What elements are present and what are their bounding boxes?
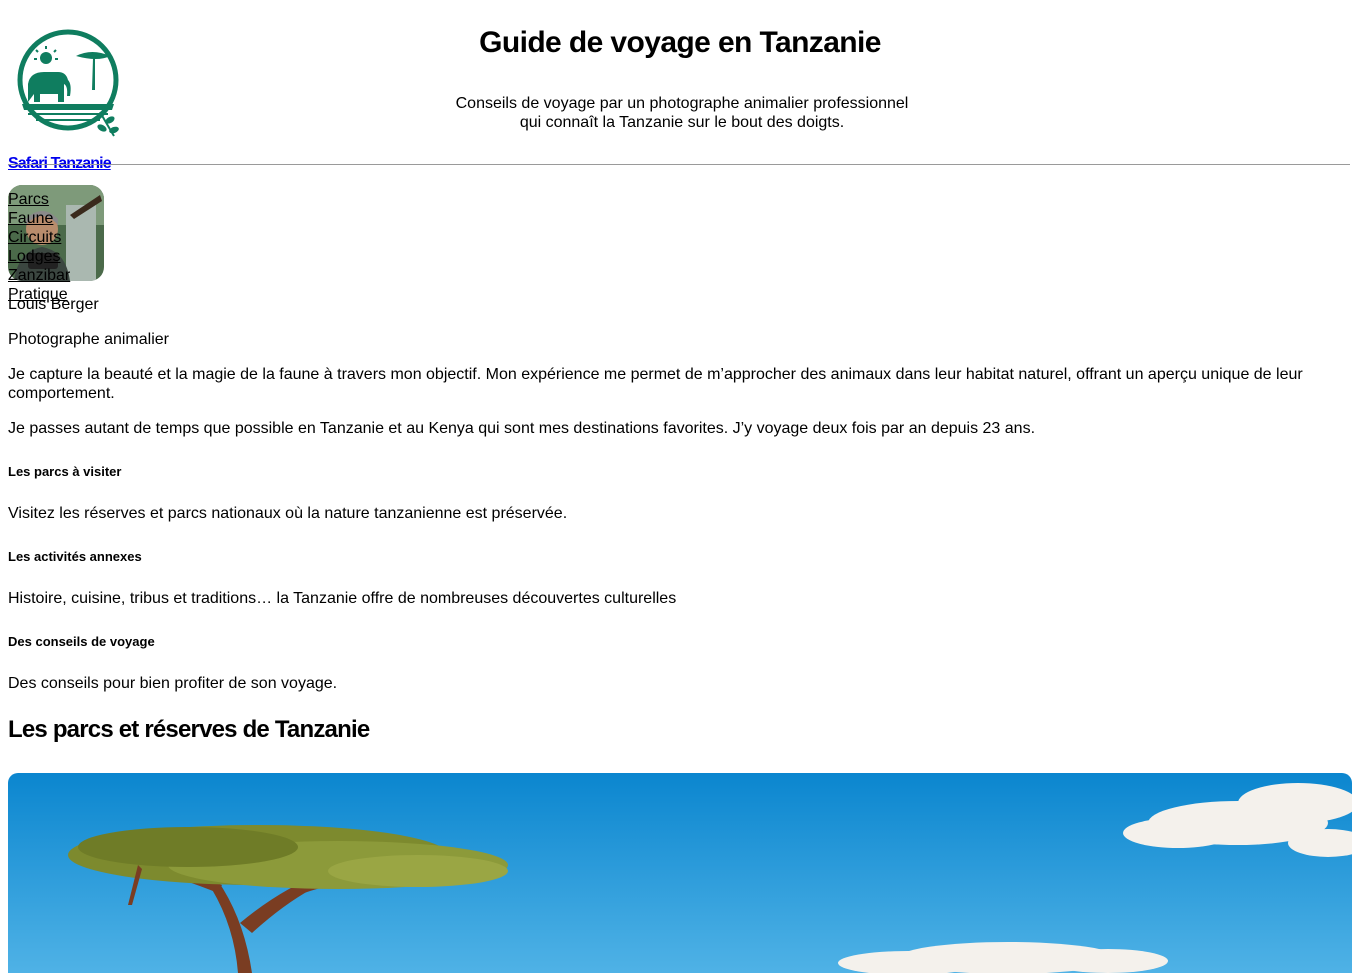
nav-link-parcs[interactable]: Parcs [8, 191, 49, 208]
section-title-activites: Les activités annexes [8, 549, 142, 564]
section-title-conseils: Des conseils de voyage [8, 634, 155, 649]
section-text-activites: Histoire, cuisine, tribus et traditions…… [8, 590, 677, 607]
author-bio-2: Je passes autant de temps que possible e… [8, 420, 1036, 437]
nav-link-lodges[interactable]: Lodges [8, 248, 61, 265]
tagline-line-2: qui connaît la Tanzanie sur le bout des … [519, 114, 845, 131]
section-text-parcs: Visitez les réserves et parcs nationaux … [8, 505, 568, 522]
author-role: Photographe animalier [8, 331, 169, 348]
header-divider [8, 164, 1350, 165]
nav-item-circuits: Circuits [8, 228, 70, 247]
nav-link-circuits[interactable]: Circuits [8, 229, 61, 246]
site-tagline: Conseils de voyage par un photographe an… [0, 94, 1360, 132]
nav-item-faune: Faune [8, 209, 70, 228]
author-bio-1: Je capture la beauté et la magie de la f… [8, 366, 1303, 402]
nav-link-zanzibar[interactable]: Zanzibar [8, 267, 70, 284]
author-name: Louis Berger [8, 296, 99, 313]
nav-link-faune[interactable]: Faune [8, 210, 53, 227]
nav-item-zanzibar: Zanzibar [8, 266, 70, 285]
main-nav: Parcs Faune Circuits Lodges Zanzibar Pra… [8, 190, 70, 304]
section-title-parcs: Les parcs à visiter [8, 464, 122, 479]
parks-hero-image [8, 773, 1352, 973]
tagline-line-1: Conseils de voyage par un photographe an… [455, 95, 909, 112]
nav-item-parcs: Parcs [8, 190, 70, 209]
parks-heading: Les parcs et réserves de Tanzanie [8, 716, 370, 743]
site-title: Guide de voyage en Tanzanie [479, 26, 881, 59]
nav-item-lodges: Lodges [8, 247, 70, 266]
section-text-conseils: Des conseils pour bien profiter de son v… [8, 675, 338, 692]
